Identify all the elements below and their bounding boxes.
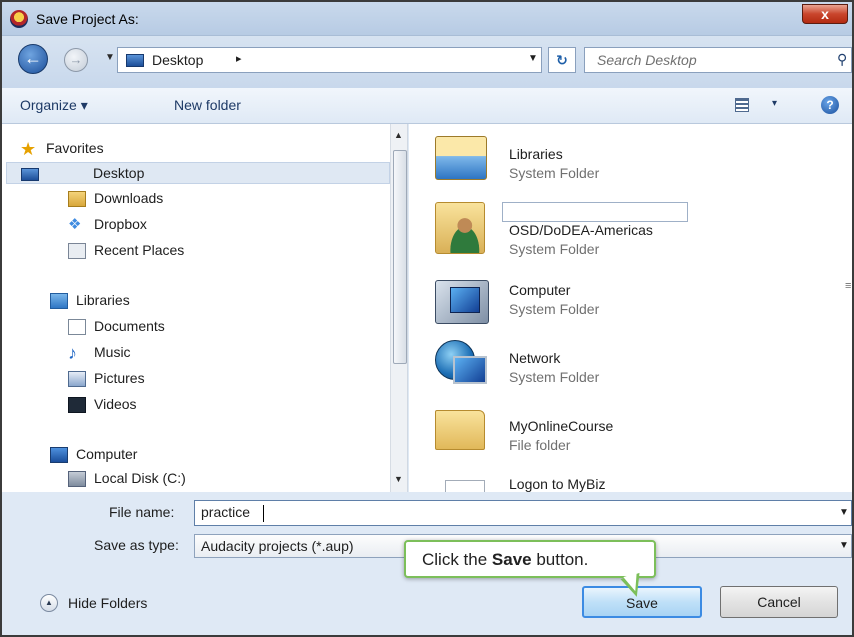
search-icon[interactable]: ⚲ xyxy=(837,51,847,68)
nav-videos[interactable]: Videos xyxy=(68,394,368,416)
recent-places-icon xyxy=(68,243,86,259)
save-type-label: Save as type: xyxy=(94,537,179,553)
star-icon: ★ xyxy=(20,139,37,159)
help-icon[interactable]: ? xyxy=(821,96,839,114)
downloads-icon xyxy=(68,191,86,207)
nav-favorites[interactable]: ★ Favorites xyxy=(20,138,380,160)
nav-computer[interactable]: Computer xyxy=(50,444,370,466)
nav-pictures[interactable]: Pictures xyxy=(68,368,368,390)
instruction-callout: Click the Save button. xyxy=(404,540,656,601)
file-item-myonlinecourse[interactable]: MyOnlineCourse File folder xyxy=(409,408,849,472)
nav-local-disk[interactable]: Local Disk (C:) xyxy=(68,468,368,490)
breadcrumb-arrow[interactable]: ▸ xyxy=(236,52,242,65)
file-item-libraries[interactable]: Libraries System Folder xyxy=(409,136,849,200)
refresh-button[interactable]: ↻ xyxy=(548,47,576,73)
command-bar: Organize ▾ New folder ▾ ? xyxy=(2,88,852,124)
save-project-dialog: Save Project As: x ← → ▼ Desktop ▸ ▼ ↻ S… xyxy=(0,0,854,637)
search-input[interactable]: Search Desktop ⚲ xyxy=(584,47,852,73)
address-location[interactable]: Desktop xyxy=(152,52,203,68)
documents-icon xyxy=(68,319,86,335)
pictures-icon xyxy=(68,371,86,387)
computer-icon xyxy=(50,447,68,463)
text-caret xyxy=(263,505,264,522)
search-placeholder: Search Desktop xyxy=(597,52,697,68)
file-item-logon-mybiz[interactable]: Logon to MyBiz xyxy=(409,474,849,492)
scroll-up-icon[interactable]: ▲ xyxy=(394,130,403,140)
view-options-dropdown[interactable]: ▾ xyxy=(772,98,777,109)
file-item-osd-dodea[interactable]: OSD/DoDEA-Americas System Folder xyxy=(409,202,849,266)
nav-documents[interactable]: Documents xyxy=(68,316,368,338)
nav-music[interactable]: ♪ Music xyxy=(68,342,368,364)
callout-text: Click the Save button. xyxy=(422,550,589,569)
folder-icon xyxy=(435,410,485,450)
libraries-icon xyxy=(435,136,487,180)
user-folder-icon xyxy=(435,202,485,254)
dropbox-icon: ❖ xyxy=(68,216,82,233)
desktop-icon xyxy=(126,54,144,67)
collapse-up-icon: ▲ xyxy=(40,594,58,612)
change-view-icon[interactable] xyxy=(735,98,749,112)
file-item-network[interactable]: Network System Folder xyxy=(409,340,849,404)
file-name-input[interactable]: practice ▼ xyxy=(194,500,852,526)
videos-icon xyxy=(68,397,86,413)
music-icon: ♪ xyxy=(68,343,77,363)
navigation-pane: ★ Favorites Desktop Downloads ❖ Dropbox … xyxy=(2,124,408,492)
file-name-label: File name: xyxy=(109,504,175,520)
window-title: Save Project As: xyxy=(36,11,139,27)
scrollbar-thumb[interactable] xyxy=(393,150,407,364)
nav-desktop[interactable]: Desktop xyxy=(6,162,390,184)
file-name-dropdown-icon[interactable]: ▼ xyxy=(839,507,849,518)
organize-menu[interactable]: Organize ▾ xyxy=(20,97,88,114)
computer-icon xyxy=(435,280,489,324)
nav-libraries[interactable]: Libraries xyxy=(50,290,370,312)
cancel-button[interactable]: Cancel xyxy=(720,586,838,618)
audacity-icon xyxy=(10,10,28,28)
save-type-value[interactable]: Audacity projects (*.aup) xyxy=(201,538,354,554)
document-icon xyxy=(445,480,485,492)
recent-locations-dropdown[interactable]: ▼ xyxy=(105,52,115,63)
libraries-icon xyxy=(50,293,68,309)
save-type-dropdown-icon[interactable]: ▼ xyxy=(839,540,849,551)
rename-field[interactable] xyxy=(502,202,688,222)
file-list: Libraries System Folder OSD/DoDEA-Americ… xyxy=(409,124,852,492)
desktop-icon xyxy=(21,168,39,181)
nav-downloads[interactable]: Downloads xyxy=(68,188,368,210)
title-bar: Save Project As: x xyxy=(2,2,852,36)
file-name-value[interactable]: practice xyxy=(201,504,250,520)
file-scroll-grip-icon: ≡ xyxy=(845,280,852,292)
close-button[interactable]: x xyxy=(802,4,848,24)
navigation-scrollbar[interactable]: ▲ ▼ xyxy=(390,124,407,492)
nav-recent-places[interactable]: Recent Places xyxy=(68,240,368,262)
address-dropdown[interactable]: ▼ xyxy=(528,53,538,64)
address-bar: ← → ▼ Desktop ▸ ▼ ↻ Search Desktop ⚲ xyxy=(2,36,852,88)
network-icon xyxy=(435,340,487,392)
local-disk-icon xyxy=(68,471,86,487)
nav-dropbox[interactable]: ❖ Dropbox xyxy=(68,214,368,236)
file-item-computer[interactable]: Computer System Folder xyxy=(409,280,849,344)
new-folder-button[interactable]: New folder xyxy=(174,97,241,113)
address-field[interactable]: Desktop ▸ ▼ xyxy=(117,47,542,73)
forward-button[interactable]: → xyxy=(64,48,88,72)
scroll-down-icon[interactable]: ▼ xyxy=(394,474,403,484)
back-button[interactable]: ← xyxy=(18,44,48,74)
